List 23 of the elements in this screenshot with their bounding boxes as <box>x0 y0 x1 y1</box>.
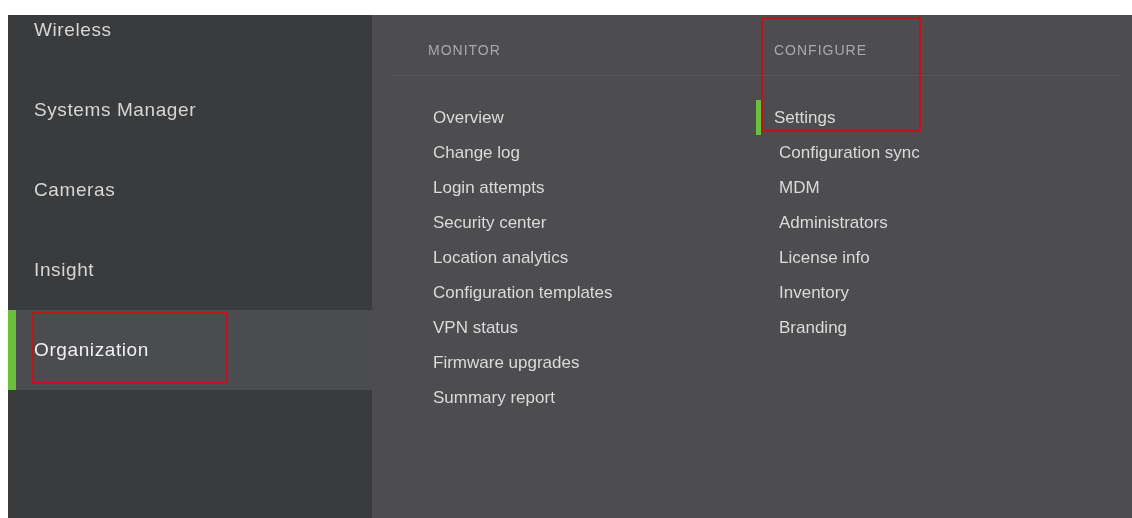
sidebar-item[interactable]: Wireless <box>8 15 372 70</box>
sidebar-item[interactable]: Insight <box>8 230 372 310</box>
menu-item[interactable]: Security center <box>410 205 555 240</box>
menu-item[interactable]: MDM <box>756 170 828 205</box>
menu-item[interactable]: License info <box>756 240 878 275</box>
menu-item[interactable]: Summary report <box>410 380 563 415</box>
column-header: MONITOR <box>428 41 502 58</box>
menu-item[interactable]: Firmware upgrades <box>410 345 588 380</box>
menu-item[interactable]: Configuration sync <box>756 135 928 170</box>
menu-item[interactable]: Administrators <box>756 205 896 240</box>
menu-item[interactable]: Change log <box>410 135 528 170</box>
menu-item[interactable]: Configuration templates <box>410 275 621 310</box>
menu-item[interactable]: Inventory <box>756 275 857 310</box>
menu-item[interactable]: Login attempts <box>410 170 553 205</box>
sidebar-item[interactable]: Organization <box>8 310 372 390</box>
sidebar-item[interactable]: Systems Manager <box>8 70 372 150</box>
sidebar-item[interactable]: Cameras <box>8 150 372 230</box>
menu-item[interactable]: Overview <box>410 100 512 135</box>
menu-item[interactable]: Location analytics <box>410 240 577 275</box>
column-header: CONFIGURE <box>774 41 868 58</box>
menu-item[interactable]: Settings <box>756 100 844 135</box>
menu-item[interactable]: VPN status <box>410 310 527 345</box>
menu-item[interactable]: Branding <box>756 310 856 345</box>
